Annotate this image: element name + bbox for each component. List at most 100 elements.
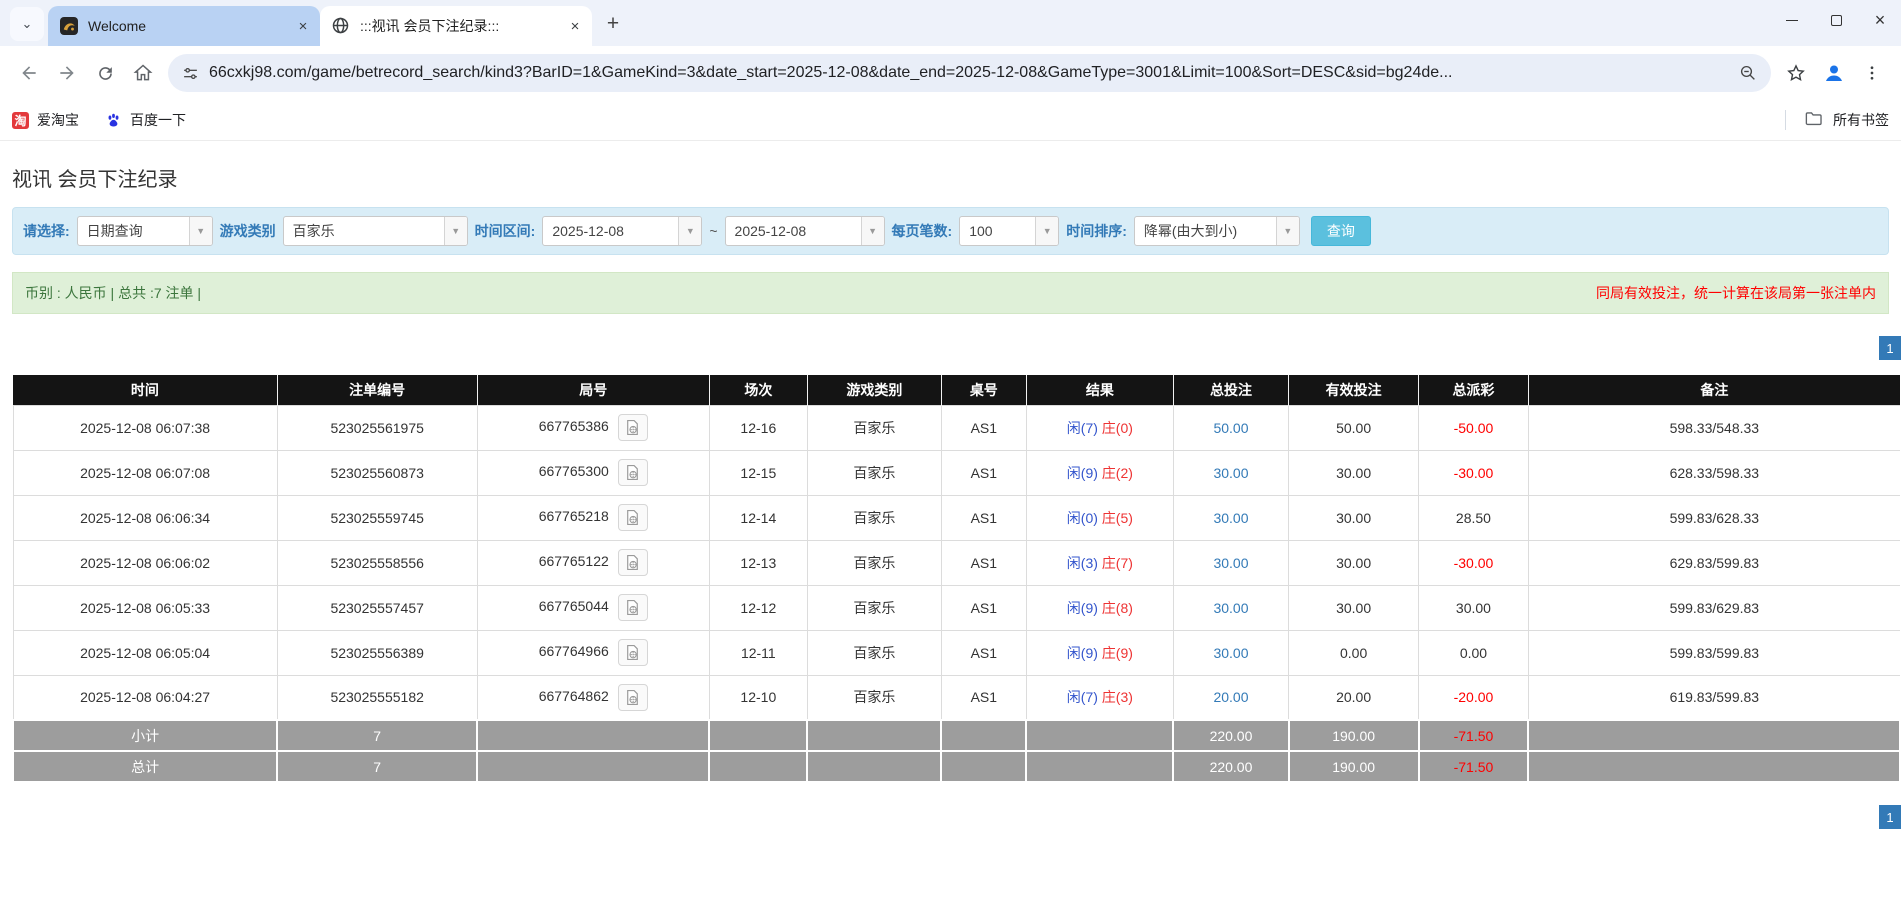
- maximize-button[interactable]: [1829, 13, 1843, 27]
- video-record-button[interactable]: [618, 459, 648, 486]
- site-settings-icon[interactable]: [182, 65, 199, 82]
- filter-bar: 请选择: 日期查询 ▼ 游戏类别 百家乐 ▼ 时间区间: 2025-12-08 …: [12, 207, 1889, 255]
- query-type-dropdown[interactable]: 日期查询 ▼: [77, 216, 213, 246]
- date-start-dropdown[interactable]: 2025-12-08 ▼: [542, 216, 702, 246]
- valid-bet-notice: 同局有效投注，统一计算在该局第一张注单内: [1596, 283, 1876, 303]
- result-player: 闲(9): [1067, 645, 1098, 661]
- video-record-button[interactable]: [618, 549, 648, 576]
- page-1-button[interactable]: 1: [1879, 336, 1901, 360]
- table-header-row: 时间 注单编号 局号 场次 游戏类别 桌号 结果 总投注 有效投注 总派彩 备注: [13, 375, 1900, 405]
- close-icon[interactable]: ×: [294, 17, 312, 35]
- home-button[interactable]: [124, 54, 162, 92]
- game-type-cell: 百家乐: [807, 675, 941, 720]
- time-cell: 2025-12-08 06:06:34: [13, 495, 277, 540]
- bet-id-cell: 523025559745: [277, 495, 477, 540]
- result-cell: 闲(3) 庄(7): [1026, 540, 1173, 585]
- new-tab-button[interactable]: +: [598, 9, 628, 39]
- total-bet-link[interactable]: 30.00: [1213, 645, 1248, 661]
- session-cell: 12-10: [709, 675, 807, 720]
- pagination-bottom: 1: [0, 805, 1901, 829]
- result-player: 闲(3): [1067, 555, 1098, 571]
- bookmark-taobao[interactable]: 淘 爱淘宝: [12, 110, 79, 130]
- game-type-cell: 百家乐: [807, 630, 941, 675]
- total-bet-link[interactable]: 30.00: [1213, 465, 1248, 481]
- total-bet-link[interactable]: 30.00: [1213, 600, 1248, 616]
- time-cell: 2025-12-08 06:07:38: [13, 405, 277, 450]
- minimize-button[interactable]: [1785, 13, 1799, 27]
- video-record-button[interactable]: [618, 684, 648, 711]
- round-cell: 667764966: [477, 630, 709, 675]
- payout-cell: -30.00: [1419, 450, 1528, 495]
- total-bet-link[interactable]: 30.00: [1213, 555, 1248, 571]
- header-payout: 总派彩: [1419, 375, 1528, 405]
- table-no-cell: AS1: [941, 630, 1026, 675]
- round-cell: 667765218: [477, 495, 709, 540]
- table-no-cell: AS1: [941, 495, 1026, 540]
- tilde-separator: ~: [709, 223, 717, 239]
- table-row: 2025-12-08 06:06:34 523025559745 6677652…: [13, 495, 1900, 540]
- date-end-dropdown[interactable]: 2025-12-08 ▼: [725, 216, 885, 246]
- tab-betrecord[interactable]: :::视讯 会员下注纪录::: ×: [320, 6, 592, 46]
- close-icon[interactable]: ×: [566, 17, 584, 35]
- browser-menu-button[interactable]: [1853, 54, 1891, 92]
- result-banker: 庄(5): [1102, 510, 1133, 526]
- chevron-down-icon: ▼: [861, 217, 884, 245]
- bookmark-baidu[interactable]: 百度一下: [105, 110, 186, 130]
- profile-button[interactable]: [1815, 54, 1853, 92]
- remark-cell: 619.83/599.83: [1528, 675, 1900, 720]
- remark-cell: 599.83/629.83: [1528, 585, 1900, 630]
- total-bet-link[interactable]: 30.00: [1213, 510, 1248, 526]
- game-type-value: 百家乐: [284, 217, 444, 245]
- tab-search-button[interactable]: ⌄: [10, 7, 44, 41]
- browser-toolbar: 66cxkj98.com/game/betrecord_search/kind3…: [0, 46, 1901, 100]
- video-record-button[interactable]: [618, 414, 648, 441]
- table-row: 2025-12-08 06:07:38 523025561975 6677653…: [13, 405, 1900, 450]
- sort-dropdown[interactable]: 降幂(由大到小) ▼: [1134, 216, 1300, 246]
- address-bar[interactable]: 66cxkj98.com/game/betrecord_search/kind3…: [168, 54, 1771, 92]
- page-1-button[interactable]: 1: [1879, 805, 1901, 829]
- payout-cell: -30.00: [1419, 540, 1528, 585]
- divider: [1785, 110, 1786, 130]
- result-cell: 闲(9) 庄(8): [1026, 585, 1173, 630]
- session-cell: 12-15: [709, 450, 807, 495]
- tab-title: :::视讯 会员下注纪录:::: [360, 16, 566, 36]
- table-no-cell: AS1: [941, 450, 1026, 495]
- total-bet-cell: 30.00: [1173, 630, 1288, 675]
- result-cell: 闲(9) 庄(9): [1026, 630, 1173, 675]
- valid-bet-cell: 50.00: [1289, 405, 1419, 450]
- bet-records-table: 时间 注单编号 局号 场次 游戏类别 桌号 结果 总投注 有效投注 总派彩 备注…: [12, 375, 1901, 783]
- back-button[interactable]: [10, 54, 48, 92]
- valid-bet-cell: 30.00: [1289, 540, 1419, 585]
- query-button[interactable]: 查询: [1311, 216, 1371, 246]
- total-bet-link[interactable]: 20.00: [1213, 689, 1248, 705]
- forward-button[interactable]: [48, 54, 86, 92]
- total-count: 7: [277, 751, 477, 782]
- chevron-down-icon: ▼: [444, 217, 467, 245]
- payout-cell: 28.50: [1419, 495, 1528, 540]
- valid-bet-cell: 30.00: [1289, 450, 1419, 495]
- bookmark-label: 爱淘宝: [37, 110, 79, 130]
- result-banker: 庄(3): [1102, 689, 1133, 705]
- close-window-button[interactable]: ×: [1873, 13, 1887, 27]
- reload-button[interactable]: [86, 54, 124, 92]
- url-text[interactable]: 66cxkj98.com/game/betrecord_search/kind3…: [209, 64, 1729, 82]
- page-size-dropdown[interactable]: 100 ▼: [959, 216, 1059, 246]
- all-bookmarks-button[interactable]: 所有书签: [1785, 109, 1889, 131]
- result-cell: 闲(7) 庄(3): [1026, 675, 1173, 720]
- game-type-dropdown[interactable]: 百家乐 ▼: [283, 216, 468, 246]
- table-row: 2025-12-08 06:04:27 523025555182 6677648…: [13, 675, 1900, 720]
- bookmark-star-icon[interactable]: [1777, 54, 1815, 92]
- video-record-button[interactable]: [618, 504, 648, 531]
- remark-cell: 598.33/548.33: [1528, 405, 1900, 450]
- maximize-icon: [1831, 15, 1842, 26]
- chevron-down-icon: ⌄: [22, 16, 33, 32]
- tab-welcome[interactable]: Welcome ×: [48, 6, 320, 46]
- subtotal-label: 小计: [13, 720, 277, 751]
- video-record-button[interactable]: [618, 639, 648, 666]
- total-bet-link[interactable]: 50.00: [1213, 420, 1248, 436]
- session-cell: 12-14: [709, 495, 807, 540]
- table-row: 2025-12-08 06:07:08 523025560873 6677653…: [13, 450, 1900, 495]
- video-record-button[interactable]: [618, 594, 648, 621]
- zoom-out-icon[interactable]: [1739, 64, 1757, 82]
- round-cell: 667765044: [477, 585, 709, 630]
